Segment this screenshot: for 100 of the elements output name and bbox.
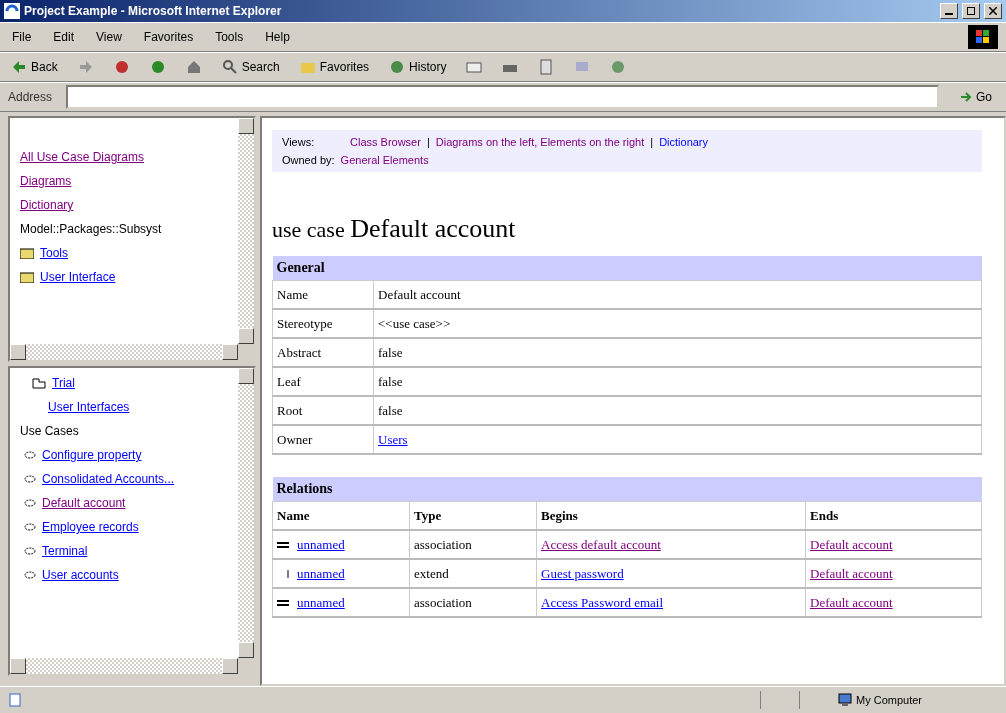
use-case-link[interactable]: Access default account xyxy=(541,536,661,552)
minimize-button[interactable] xyxy=(940,3,958,19)
tree-link[interactable]: User Interface xyxy=(40,270,116,284)
table-cell: false xyxy=(373,338,982,367)
use-case-link[interactable]: Guest password xyxy=(541,565,624,581)
view-link[interactable]: Class Browser xyxy=(350,136,421,148)
table-cell: Root xyxy=(272,396,374,425)
table-cell: Name xyxy=(272,280,374,309)
table-cell: false xyxy=(373,396,982,425)
home-icon xyxy=(185,59,202,75)
owner-link[interactable]: Users xyxy=(378,431,408,447)
owner-link[interactable]: General Elements xyxy=(340,154,429,166)
arrow-icon xyxy=(959,90,973,104)
table-cell: Owner xyxy=(272,425,374,454)
table-caption: General xyxy=(272,256,982,281)
tree-link[interactable]: Consolidated Accounts... xyxy=(42,472,175,486)
horizontal-scrollbar[interactable] xyxy=(10,658,238,674)
computer-icon xyxy=(838,693,852,707)
windows-logo-icon xyxy=(968,25,998,49)
table-cell: association xyxy=(409,530,537,559)
browser-icon xyxy=(4,3,20,19)
vertical-scrollbar[interactable] xyxy=(238,368,254,658)
association-icon xyxy=(277,597,291,608)
menu-item[interactable]: Edit xyxy=(49,30,79,44)
table-cell: Stereotype xyxy=(272,309,374,338)
ellipse-icon xyxy=(24,547,36,555)
menu-item[interactable]: Favorites xyxy=(139,30,198,44)
column-header: Begins xyxy=(536,501,806,530)
ellipse-icon xyxy=(24,475,36,483)
package-icon xyxy=(32,377,46,389)
nav-link[interactable]: Diagrams xyxy=(20,174,72,188)
use-case-link[interactable]: Default account xyxy=(810,594,893,610)
folder-icon xyxy=(20,271,34,283)
address-field[interactable] xyxy=(66,85,939,109)
ellipse-icon xyxy=(24,571,36,579)
section-heading: Use Cases xyxy=(20,424,79,438)
page-icon xyxy=(8,693,22,707)
views-label: Views: xyxy=(282,136,316,148)
column-header: Type xyxy=(409,501,537,530)
close-button[interactable] xyxy=(984,3,1002,19)
relation-link[interactable]: unnamed xyxy=(297,536,345,553)
table-caption: Relations xyxy=(272,477,982,502)
use-case-link[interactable]: Default account xyxy=(810,565,893,581)
use-case-link[interactable]: Access Password email xyxy=(541,594,664,610)
nav-link[interactable]: All Use Case Diagrams xyxy=(20,150,145,164)
separator: | xyxy=(650,136,654,148)
separator: | xyxy=(426,136,430,148)
search-icon xyxy=(221,59,238,75)
tree-link[interactable]: Configure property xyxy=(42,448,142,462)
page-heading: use case Default account xyxy=(272,214,517,244)
nav-link[interactable]: User Interfaces xyxy=(48,400,130,414)
table-cell: extend xyxy=(409,559,537,588)
view-link[interactable]: Dictionary xyxy=(659,136,709,148)
table-cell: association xyxy=(409,588,537,617)
menu-item[interactable]: View xyxy=(92,30,126,44)
use-case-link[interactable]: Default account xyxy=(810,536,893,552)
toolbar-button[interactable]: Search xyxy=(218,57,283,77)
window-title: Project Example - Microsoft Internet Explorer xyxy=(24,4,283,18)
ellipse-icon xyxy=(24,451,36,459)
toolbar-button[interactable]: History xyxy=(386,57,450,77)
address-label: Address xyxy=(8,90,53,104)
tree-link[interactable]: Trial xyxy=(52,376,75,390)
table-cell: false xyxy=(373,367,982,396)
tree-link[interactable]: Tools xyxy=(40,246,68,260)
security-zone: My Computer xyxy=(838,693,998,707)
association-icon xyxy=(277,539,291,550)
maximize-button[interactable] xyxy=(962,3,980,19)
ellipse-icon xyxy=(24,499,36,507)
table-cell: Abstract xyxy=(272,338,374,367)
tree-link[interactable]: User accounts xyxy=(42,568,119,582)
column-header: Ends xyxy=(805,501,982,530)
tree-link[interactable]: Employee records xyxy=(42,520,139,534)
relation-link[interactable]: unnamed xyxy=(297,594,345,611)
view-link[interactable]: Diagrams on the left, Elements on the right xyxy=(435,136,645,148)
menu-item[interactable]: Help xyxy=(261,30,294,44)
nav-link[interactable]: Dictionary xyxy=(20,198,74,212)
menu-item[interactable]: File xyxy=(8,30,36,44)
menu-item[interactable]: Tools xyxy=(211,30,248,44)
forward-arrow-icon xyxy=(77,59,94,75)
table-cell: Leaf xyxy=(272,367,374,396)
vertical-scrollbar[interactable] xyxy=(238,118,254,344)
document-icon xyxy=(538,59,555,75)
go-button[interactable]: Go xyxy=(953,89,998,105)
mail-icon xyxy=(466,59,483,75)
owned-by-label: Owned by: xyxy=(282,154,335,166)
toolbar-button[interactable]: Favorites xyxy=(296,57,373,77)
section-heading: Model::Packages::Subsyst xyxy=(20,222,162,236)
folder-icon xyxy=(20,247,34,259)
toolbar-button[interactable]: Back xyxy=(8,57,61,77)
ellipse-icon xyxy=(24,523,36,531)
relation-link[interactable]: unnamed xyxy=(297,565,345,582)
horizontal-scrollbar[interactable] xyxy=(10,344,238,360)
back-arrow-icon xyxy=(11,59,27,75)
maximize-icon xyxy=(967,7,975,15)
tree-link[interactable]: Terminal xyxy=(42,544,88,558)
tree-link[interactable]: Default account xyxy=(42,496,126,510)
close-icon xyxy=(989,7,997,15)
table-cell: <<use case>> xyxy=(373,309,982,338)
column-header: Name xyxy=(272,501,410,530)
table-cell: Default account xyxy=(373,280,982,309)
